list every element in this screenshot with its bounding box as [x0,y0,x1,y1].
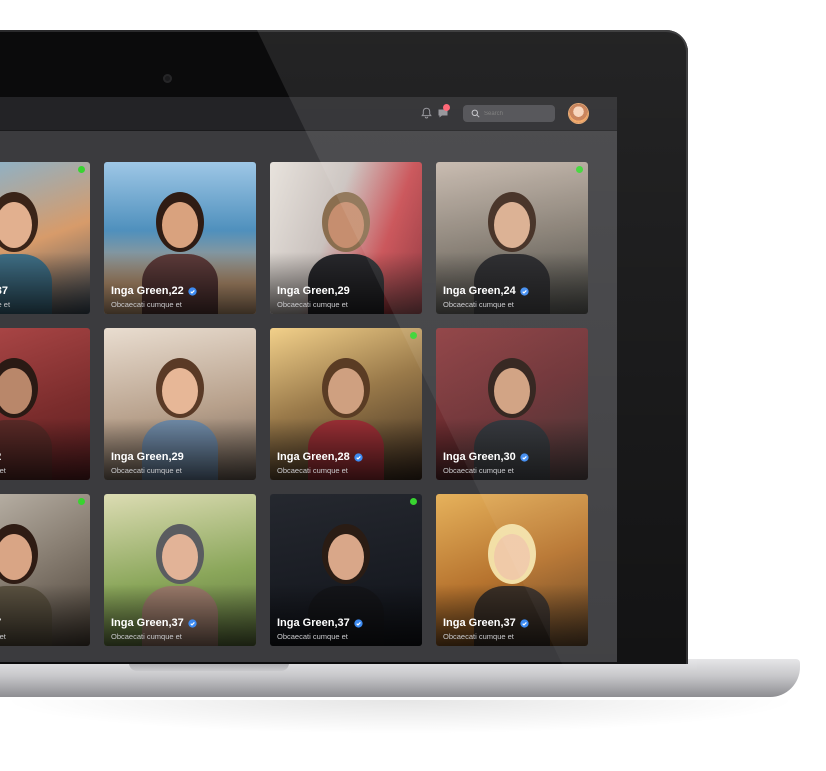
profile-name-row: Inga Green,24 [443,285,529,297]
profile-photo-face [328,202,364,248]
profile-photo-face [494,534,530,580]
profile-subtitle: Obcaecati cumque et [443,632,514,641]
profile-name: Inga Green,22 [111,285,184,297]
profile-subtitle: caecati cumque et [0,632,6,641]
profile-name-row: na Green,37 [0,285,8,297]
profile-card[interactable]: Inga Green,30 Obcaecati cumque et [436,328,588,480]
profile-photo-face [162,534,198,580]
verified-check-icon [520,618,529,628]
laptop-lid: na Green,37 bcaecati cumque et Inga Green,… [0,30,688,664]
profile-name: na Green,37 [0,285,8,297]
profile-name-row: Inga Green,30 [443,451,529,463]
profile-name: Inga Green,24 [443,285,516,297]
profile-name-row: Inga Green,37 [111,617,197,629]
profile-card[interactable]: Inga Green,37 Obcaecati cumque et [104,494,256,646]
online-status-dot [576,166,583,173]
profile-name-row: Inga Green,22 [111,285,197,297]
webcam [163,74,172,83]
profile-name-row: a Green,32 [0,451,1,463]
profile-subtitle: bcaecati cumque et [0,300,11,309]
profile-subtitle: Obcaecati cumque et [277,466,348,475]
profile-name: Inga Green,37 [277,617,350,629]
profile-name: a Green,32 [0,451,1,463]
profile-card[interactable]: na Green,37 bcaecati cumque et [0,162,90,314]
profile-subtitle: Obcaecati cumque et [443,466,514,475]
profile-card[interactable]: Inga Green,37 Obcaecati cumque et [436,494,588,646]
profile-card[interactable]: Inga Green,37 Obcaecati cumque et [270,494,422,646]
profile-name-row: a Green,37 [0,617,1,629]
profile-name-row: Inga Green,29 [277,285,350,297]
profile-subtitle: Obcaecati cumque et [277,300,348,309]
card-gradient-overlay [0,418,90,480]
profile-card[interactable]: a Green,32 caecati cumque et [0,328,90,480]
profile-name-row: Inga Green,37 [443,617,529,629]
app-screen: na Green,37 bcaecati cumque et Inga Green,… [0,97,617,662]
profile-photo-face [162,202,198,248]
profile-name: Inga Green,37 [443,617,516,629]
profile-card[interactable]: Inga Green,29 Obcaecati cumque et [104,328,256,480]
profile-subtitle: Obcaecati cumque et [111,466,182,475]
profile-name-row: Inga Green,29 [111,451,184,463]
card-gradient-overlay [0,252,90,314]
profile-name: a Green,37 [0,617,1,629]
online-status-dot [78,166,85,173]
laptop-shadow [0,700,800,734]
verified-check-icon [354,452,363,462]
online-status-dot [410,498,417,505]
laptop-mockup: na Green,37 bcaecati cumque et Inga Green,… [0,0,826,771]
verified-check-icon [520,452,529,462]
profile-subtitle: caecati cumque et [0,466,6,475]
profile-card[interactable]: Inga Green,24 Obcaecati cumque et [436,162,588,314]
profile-photo-face [494,202,530,248]
laptop-base [0,659,800,697]
card-gradient-overlay [0,584,90,646]
profile-name: Inga Green,37 [111,617,184,629]
profile-name-row: Inga Green,28 [277,451,363,463]
verified-check-icon [520,286,529,296]
profile-subtitle: Obcaecati cumque et [111,300,182,309]
profile-photo-face [162,368,198,414]
profile-name: Inga Green,28 [277,451,350,463]
profile-name: Inga Green,29 [277,285,350,297]
profile-name: Inga Green,29 [111,451,184,463]
profile-photo-face [328,534,364,580]
profile-subtitle: Obcaecati cumque et [111,632,182,641]
profile-card[interactable]: Inga Green,29 Obcaecati cumque et [270,162,422,314]
profile-grid: na Green,37 bcaecati cumque et Inga Green,… [0,97,617,662]
profile-card[interactable]: Inga Green,28 Obcaecati cumque et [270,328,422,480]
online-status-dot [410,332,417,339]
verified-check-icon [354,618,363,628]
profile-subtitle: Obcaecati cumque et [443,300,514,309]
verified-check-icon [188,286,197,296]
online-status-dot [78,498,85,505]
profile-name-row: Inga Green,37 [277,617,363,629]
verified-check-icon [188,618,197,628]
profile-name: Inga Green,30 [443,451,516,463]
profile-card[interactable]: a Green,37 caecati cumque et [0,494,90,646]
profile-card[interactable]: Inga Green,22 Obcaecati cumque et [104,162,256,314]
profile-photo-face [494,368,530,414]
profile-photo-face [328,368,364,414]
profile-subtitle: Obcaecati cumque et [277,632,348,641]
